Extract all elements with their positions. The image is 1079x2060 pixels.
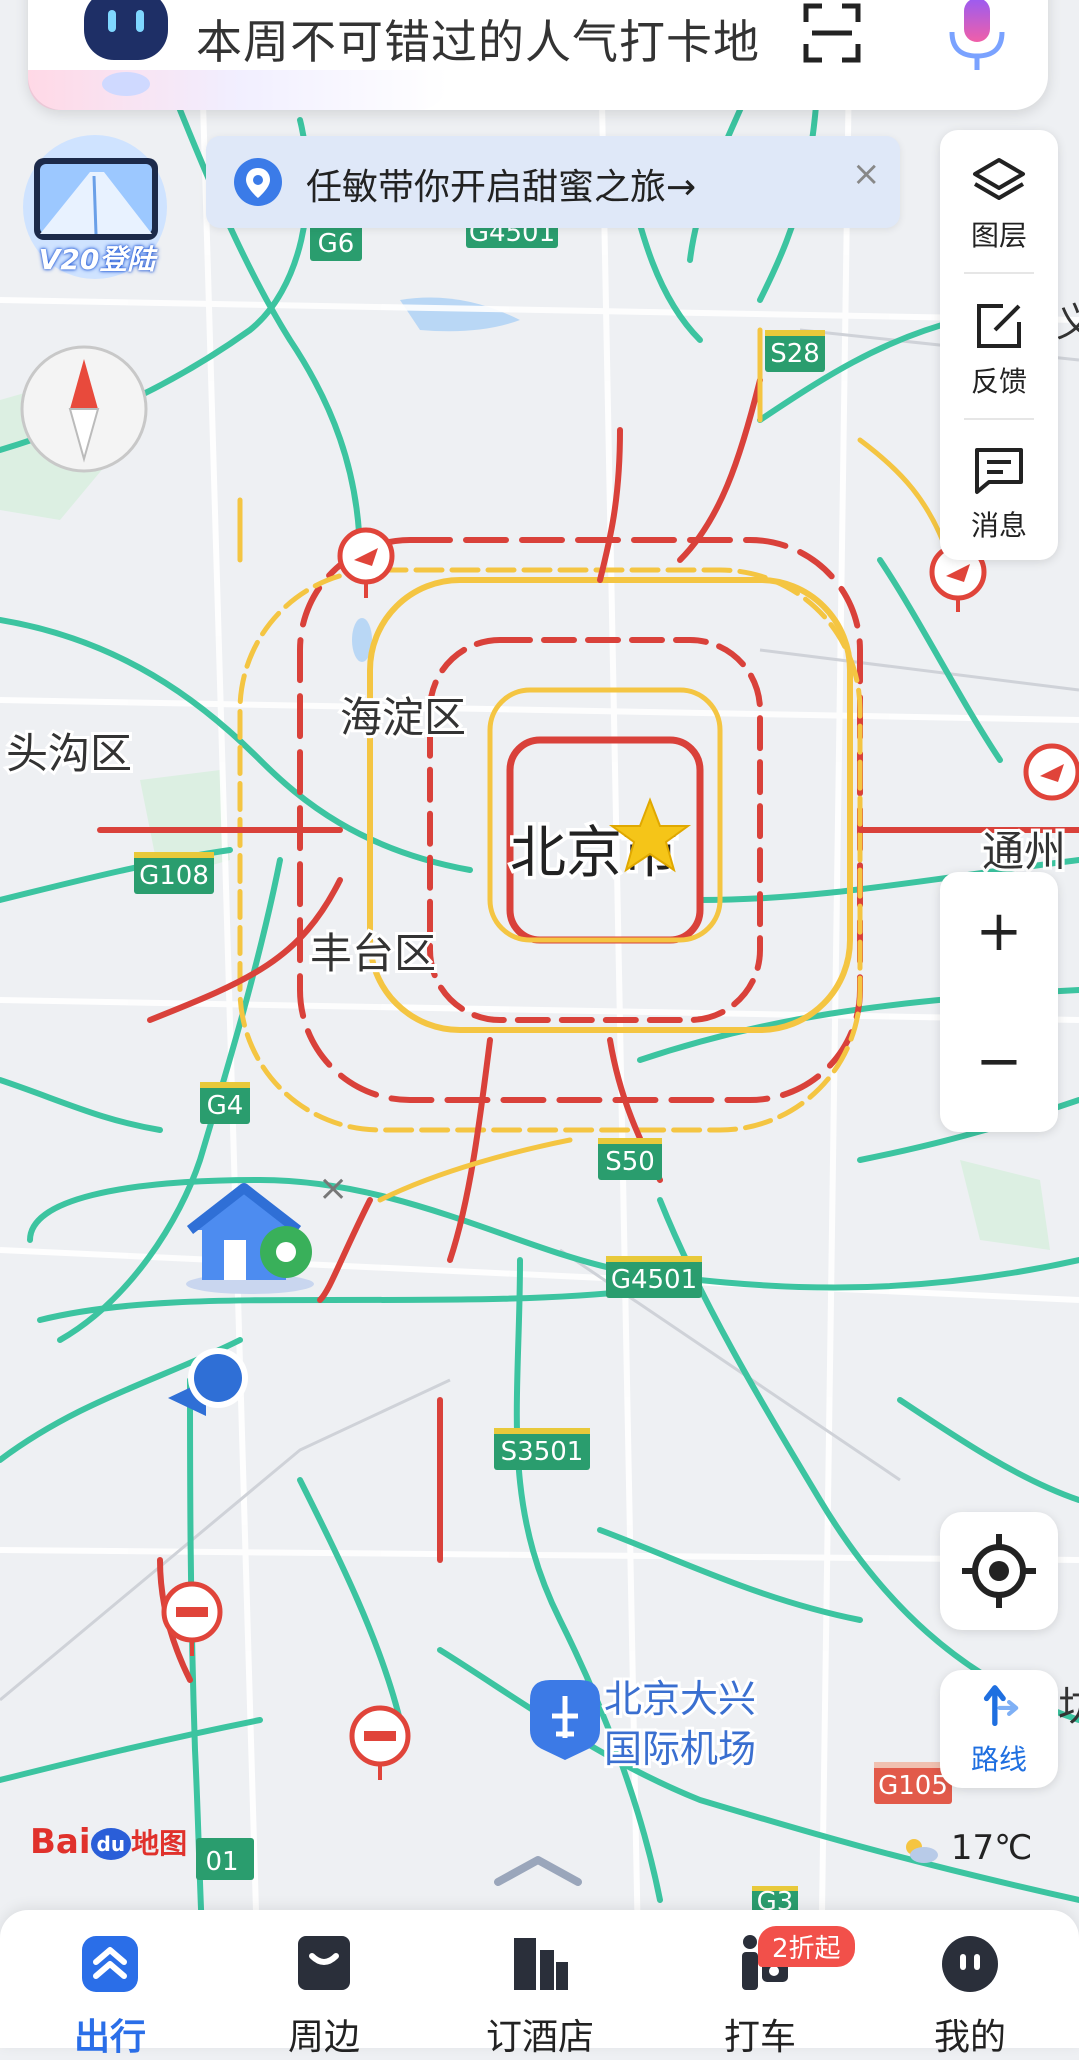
- nav-item-me[interactable]: 我的: [880, 1910, 1060, 2058]
- nearby-icon: [298, 1936, 350, 1990]
- map-label-haidian: 海淀区: [340, 693, 466, 742]
- route-label: 路线: [970, 1743, 1027, 1776]
- home-marker-close-icon[interactable]: ×: [318, 1168, 348, 1209]
- svg-text:01: 01: [205, 1847, 238, 1877]
- svg-text:G4501: G4501: [611, 1265, 697, 1295]
- pull-up-handle[interactable]: [488, 1852, 588, 1888]
- nav-label: 出行: [73, 2017, 146, 2058]
- nav-label: 周边: [287, 2017, 360, 2058]
- close-icon[interactable]: ×: [852, 154, 881, 194]
- microphone-icon[interactable]: [944, 0, 1010, 78]
- map-label-tongzhou: 通州: [982, 827, 1066, 876]
- feedback-button[interactable]: 反馈: [940, 276, 1058, 416]
- temperature-text: 17℃: [950, 1828, 1033, 1868]
- scan-icon[interactable]: [802, 0, 862, 66]
- poi-pin-icon[interactable]: [1023, 743, 1079, 801]
- hotel-icon: [514, 1938, 568, 1990]
- zoom-panel: + −: [940, 872, 1058, 1132]
- road-shield: G4: [200, 1082, 250, 1124]
- map-label-airport-line2: 国际机场: [604, 1727, 756, 1771]
- map-label-fengtai: 丰台区: [310, 929, 436, 978]
- nav-label: 打车: [723, 2017, 796, 2058]
- partly-cloudy-icon: [906, 1838, 938, 1863]
- airport-icon[interactable]: [530, 1680, 600, 1760]
- discount-badge: 2折起: [758, 1926, 855, 1967]
- location-pin-icon: [234, 158, 282, 206]
- road-shield: S50: [598, 1138, 662, 1180]
- locate-me-button[interactable]: [940, 1512, 1058, 1630]
- zoom-in-button[interactable]: +: [940, 872, 1058, 992]
- messages-label: 消息: [970, 509, 1027, 542]
- road-shield: S28: [765, 330, 825, 372]
- map-label-airport-line1: 北京大兴: [604, 1677, 756, 1721]
- route-icon: [983, 1685, 1019, 1727]
- promo-text[interactable]: 任敏带你开启甜蜜之旅→: [306, 158, 696, 210]
- route-button[interactable]: 路线: [940, 1670, 1058, 1788]
- bottom-navigation: 出行 周边 订酒店 打车 我的: [0, 1910, 1079, 2058]
- map-label-edge-top-right: 义: [1056, 300, 1079, 346]
- svg-text:G4: G4: [207, 1091, 244, 1121]
- nav-item-nearby[interactable]: 周边: [234, 1910, 414, 2058]
- svg-text:S3501: S3501: [501, 1437, 584, 1467]
- map-label-edge-right: 坊: [1058, 1684, 1079, 1730]
- svg-text:G108: G108: [139, 861, 209, 891]
- layers-button[interactable]: 图层: [940, 130, 1058, 270]
- map-label-tougou: 头沟区: [6, 729, 132, 778]
- search-placeholder[interactable]: 本周不可错过的人气打卡地: [196, 6, 760, 72]
- compass-icon[interactable]: [20, 345, 148, 473]
- profile-icon: [942, 1936, 998, 1992]
- messages-button[interactable]: 消息: [940, 420, 1058, 560]
- map-tools-panel: 图层 反馈 消息: [940, 130, 1058, 560]
- road-shield: G108: [134, 852, 214, 894]
- nav-item-hotel[interactable]: 订酒店: [450, 1910, 630, 2058]
- locate-icon: [962, 1534, 1036, 1608]
- promo-banner[interactable]: 任敏带你开启甜蜜之旅→ ×: [206, 136, 900, 228]
- nav-label: 我的: [933, 2017, 1006, 2058]
- v20-badge-label[interactable]: V20登陆: [22, 238, 172, 278]
- road-shield: 01: [196, 1838, 254, 1880]
- message-icon: [975, 448, 1023, 494]
- zoom-out-button[interactable]: −: [940, 1002, 1058, 1122]
- road-shield: G4501: [606, 1256, 702, 1298]
- divider: [964, 272, 1034, 274]
- layers-icon: [973, 158, 1025, 200]
- road-shield: S3501: [494, 1428, 590, 1470]
- travel-icon: [82, 1936, 138, 1992]
- svg-text:G6: G6: [318, 229, 355, 259]
- layers-label: 图层: [970, 219, 1027, 252]
- baidu-logo: Bai du 地图: [30, 1822, 188, 1862]
- feedback-label: 反馈: [970, 365, 1027, 398]
- feedback-icon: [977, 304, 1021, 348]
- nav-item-travel[interactable]: 出行: [20, 1910, 200, 2058]
- svg-text:S28: S28: [770, 339, 820, 369]
- svg-text:G105: G105: [878, 1771, 948, 1801]
- weather-widget[interactable]: 17℃: [900, 1828, 1032, 1868]
- nav-label: 订酒店: [485, 2017, 594, 2058]
- svg-text:S50: S50: [605, 1147, 655, 1177]
- map-canvas[interactable]: 头沟区 海淀区 丰台区 通州 北京市 坊 义 北京大兴 国际机场 G6 G450…: [0, 0, 1079, 2048]
- assistant-robot-icon[interactable]: [78, 0, 174, 100]
- road-shield: G6: [310, 223, 362, 261]
